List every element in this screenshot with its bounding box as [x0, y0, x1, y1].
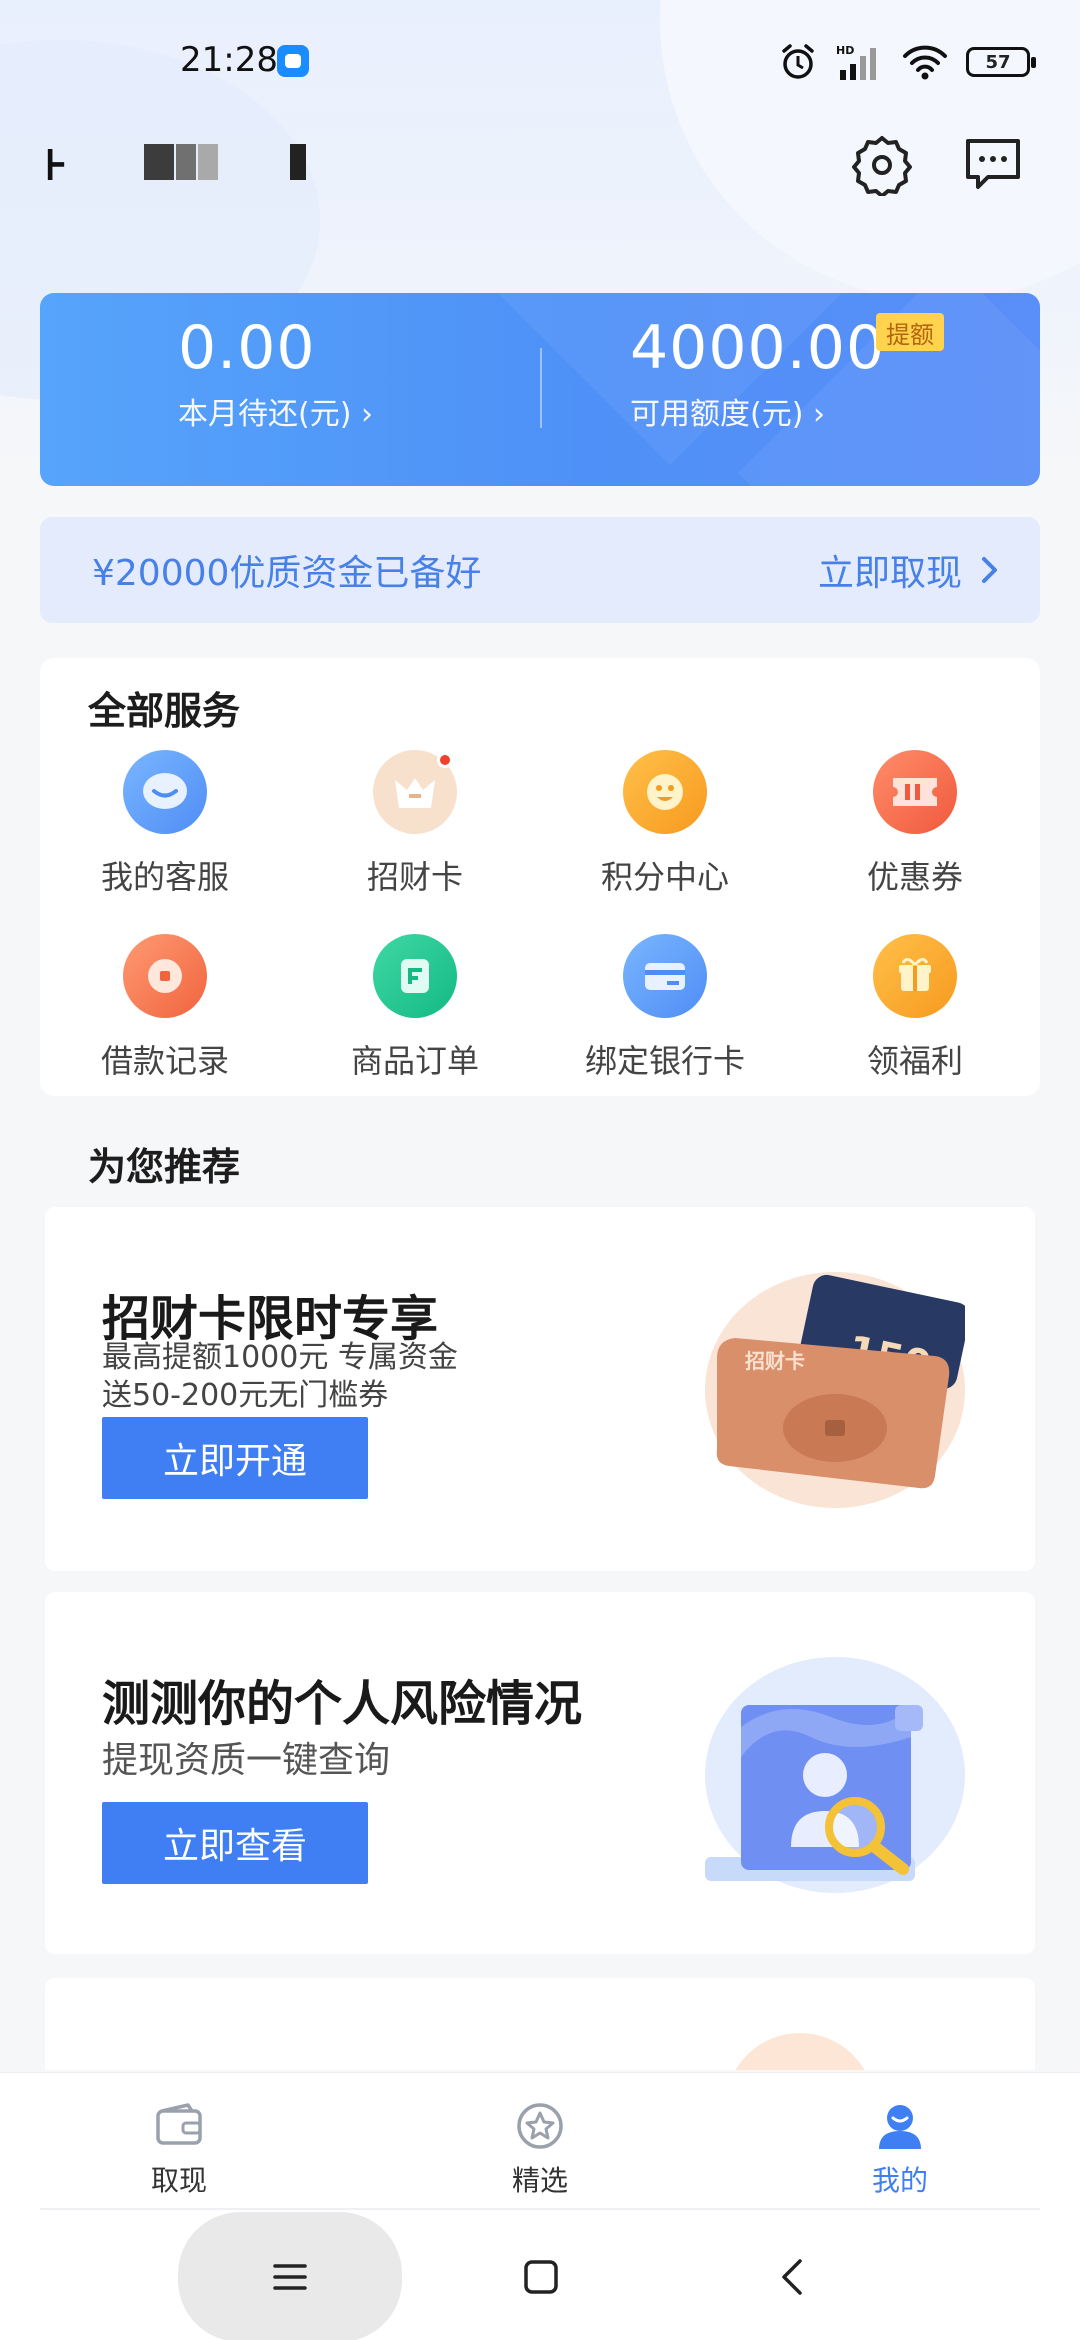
tab-label: 精选	[511, 2164, 568, 2197]
wallet-icon	[156, 2103, 202, 2145]
menu-icon	[273, 2264, 307, 2290]
promo-action-label: 立即取现	[817, 553, 962, 594]
tab-label: 取现	[150, 2164, 207, 2197]
alarm-icon	[782, 44, 814, 79]
raise-limit-badge[interactable]: 提额	[876, 313, 944, 351]
battery-icon: 57	[966, 47, 1036, 77]
status-bar: 21:28 HD 57	[0, 0, 1080, 120]
home-button[interactable]	[506, 2242, 576, 2312]
tab-label: 我的	[871, 2164, 928, 2197]
fortune-card-illustration: 150 招财卡	[705, 1272, 965, 1508]
risk-report-illustration	[705, 1657, 965, 1893]
service-label: 借款记录	[100, 1042, 229, 1080]
due-amount: 0.00	[178, 313, 316, 383]
bottom-tab-bar: 取现 精选 我的	[0, 2072, 1080, 2212]
chevron-right-icon	[982, 557, 997, 583]
name-redaction	[176, 144, 196, 180]
credit-amount: 4000.00	[630, 313, 886, 383]
wifi-icon	[903, 45, 947, 80]
battery-level: 57	[985, 51, 1011, 73]
divider	[540, 348, 542, 428]
record-icon	[123, 934, 207, 1018]
gift-icon	[873, 934, 957, 1018]
coupon-icon	[873, 750, 957, 834]
tab-mine[interactable]: 我的	[840, 2101, 960, 2199]
all-services-panel: 全部服务 我的客服 招财卡 积分中心 优惠券 借款记录 商品订单 绑定银行卡 领…	[40, 658, 1040, 1096]
status-icons: HD 57	[778, 40, 1036, 84]
monthly-due[interactable]: 0.00 本月待还(元) ›	[178, 313, 373, 433]
service-product-orders[interactable]: 商品订单	[290, 934, 540, 1082]
message-icon	[966, 139, 1020, 189]
divider	[40, 2208, 1040, 2210]
service-label: 商品订单	[350, 1042, 479, 1080]
available-credit[interactable]: 4000.00 可用额度(元) ›	[630, 313, 885, 433]
service-label: 领福利	[866, 1042, 963, 1080]
services-title: 全部服务	[88, 689, 241, 733]
recommend-card-risk-check[interactable]: 测测你的个人风险情况 提现资质一键查询 立即查看	[45, 1592, 1035, 1954]
due-label: 本月待还(元) ›	[178, 397, 373, 432]
bank-card-icon	[623, 934, 707, 1018]
card-subtext: 最高提额1000元 专属资金	[102, 1340, 458, 1375]
service-customer-support[interactable]: 我的客服	[40, 750, 290, 898]
credit-label: 可用额度(元) ›	[630, 397, 825, 432]
square-icon	[524, 2260, 558, 2294]
messages-button[interactable]	[958, 130, 1028, 200]
svg-text:HD: HD	[836, 44, 854, 57]
recommend-card-peek[interactable]	[45, 1978, 1035, 2070]
user-name: ⊦	[44, 140, 68, 191]
service-fortune-card[interactable]: 招财卡	[290, 750, 540, 898]
gear-icon	[852, 136, 912, 196]
star-circle-icon	[517, 2103, 563, 2149]
user-icon	[879, 2105, 921, 2149]
system-navigation-bar	[0, 2212, 1080, 2340]
service-label: 绑定银行卡	[584, 1042, 745, 1080]
name-redaction	[198, 144, 218, 180]
back-icon	[782, 2259, 802, 2295]
service-coupons[interactable]: 优惠券	[790, 750, 1040, 898]
crown-card-icon	[373, 750, 457, 834]
tab-withdraw[interactable]: 取现	[119, 2101, 239, 2199]
profile-header: ⊦	[0, 120, 1080, 280]
status-time: 21:28	[180, 40, 278, 80]
card-illustration	[725, 2033, 875, 2070]
open-now-button[interactable]: 立即开通	[102, 1417, 368, 1499]
smiley-icon	[623, 750, 707, 834]
hd-signal-icon: HD	[836, 44, 876, 80]
tab-featured[interactable]: 精选	[480, 2101, 600, 2199]
app-notification-icon	[277, 45, 309, 77]
settings-button[interactable]	[847, 130, 917, 200]
name-redaction	[144, 144, 174, 180]
service-loan-records[interactable]: 借款记录	[40, 934, 290, 1082]
back-button[interactable]	[758, 2242, 828, 2312]
service-label: 招财卡	[366, 858, 463, 896]
card-subtext: 提现资质一键查询	[102, 1740, 391, 1781]
recommend-card-fortune[interactable]: 招财卡限时专享 最高提额1000元 专属资金 送50-200元无门槛券 立即开通…	[45, 1207, 1035, 1571]
service-label: 积分中心	[600, 858, 729, 896]
card-art-label: 招财卡	[745, 1349, 805, 1373]
recommend-title: 为您推荐	[88, 1145, 241, 1189]
card-subtext: 送50-200元无门槛券	[102, 1378, 389, 1413]
service-points-center[interactable]: 积分中心	[540, 750, 790, 898]
notification-dot	[437, 752, 453, 768]
promo-text: ¥20000优质资金已备好	[92, 553, 482, 594]
cash-promo-banner[interactable]: ¥20000优质资金已备好 立即取现	[40, 517, 1040, 623]
name-redaction	[290, 144, 306, 180]
withdraw-now-link[interactable]: 立即取现	[818, 544, 1000, 596]
service-label: 优惠券	[866, 858, 963, 896]
menu-button[interactable]	[178, 2212, 402, 2340]
customer-support-icon	[123, 750, 207, 834]
order-icon	[373, 934, 457, 1018]
service-label: 我的客服	[100, 858, 229, 896]
card-heading: 测测你的个人风险情况	[102, 1676, 583, 1732]
service-bind-bank-card[interactable]: 绑定银行卡	[540, 934, 790, 1082]
credit-summary-card: 0.00 本月待还(元) › 4000.00 可用额度(元) › 提额	[40, 293, 1040, 486]
service-get-benefits[interactable]: 领福利	[790, 934, 1040, 1082]
check-now-button[interactable]: 立即查看	[102, 1802, 368, 1884]
